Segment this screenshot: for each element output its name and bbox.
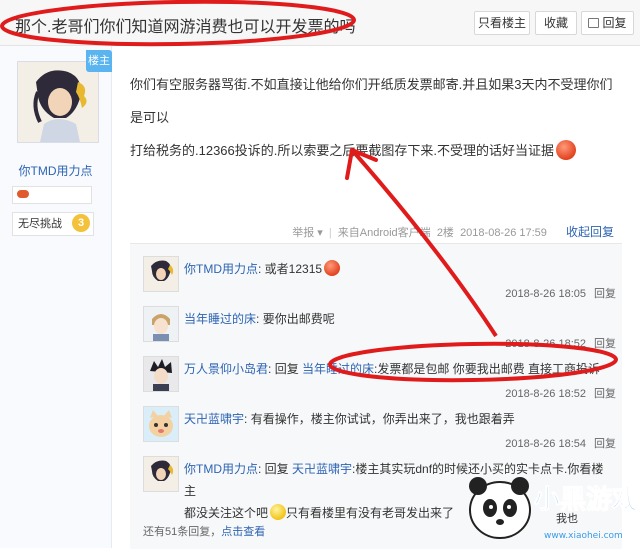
reply-text: 有看操作，楼主你试试，你弄出来了，我也跟着弄 [250,412,515,426]
reply-to-button[interactable]: 回复 [594,438,616,450]
reply-time: 2018-8-26 18:52 [505,338,586,350]
post-source[interactable]: 来自Android客户端 [338,227,431,239]
reply-avatar[interactable] [143,406,179,442]
reply-user[interactable]: 你TMD用力点 [184,462,258,476]
post-line-2: 打给税务的.12366投诉的.所以索要之后要截图存下来.不受理的话好当证据 [130,143,554,158]
emoji-icon [556,140,576,160]
honor-level: 3 [72,214,90,232]
favorite-button[interactable]: 收藏 [535,11,577,35]
reply-text: :发票都是包邮 你要我出邮费 直接工商投诉 [374,362,601,376]
watermark-partial-text: 我也 [556,512,578,525]
reply-user[interactable]: 万人景仰小岛君 [184,362,268,376]
reply-item: 天卍蓝啸宇: 有看操作，楼主你试试，你弄出来了，我也跟着弄 2018-8-26 … [130,402,622,452]
smile-emoji-icon [270,504,287,520]
reply-to-button[interactable]: 回复 [594,288,616,300]
reply-avatar[interactable] [143,306,179,342]
user-level-box[interactable] [12,186,92,204]
comment-icon [588,18,600,28]
reply-target-user[interactable]: 天卍蓝啸宇 [292,462,352,476]
author-name[interactable]: 你TMD用力点 [0,162,111,179]
reply-button[interactable]: 回复 [581,11,634,35]
watermark-logo: 小黑游戏 www.xiaohei.com 我也 [460,470,639,548]
reply-to-button[interactable]: 回复 [594,388,616,400]
reply-user[interactable]: 天卍蓝啸宇 [184,412,244,426]
author-sidebar: 楼主 你TMD用力点 无尽挑战 3 [0,46,112,548]
post-line-1: 你们有空服务器骂街.不如直接让他给你们开纸质发票邮寄.并且如果3天内不受理你们是… [130,77,613,125]
reply-text: 或者12315 [264,262,323,276]
panda-logo-icon: 小黑游戏 www.xiaohei.com 我也 [469,477,639,541]
reply-prefix: 回复 [274,362,303,376]
reply-item: 当年睡过的床: 要你出邮费呢 2018-8-26 18:52 回复 [130,302,622,352]
reply-target-user[interactable]: 当年睡过的床 [302,362,374,376]
post-time: 2018-08-26 17:59 [460,227,547,239]
post-floor: 2楼 [436,227,454,239]
reply-avatar[interactable] [143,356,179,392]
reply-avatar[interactable] [143,456,179,492]
honor-label: 无尽挑战 [18,218,62,230]
honor-badge[interactable]: 无尽挑战 3 [12,212,94,236]
reply-to-button[interactable]: 回复 [594,338,616,350]
post-content: 你们有空服务器骂街.不如直接让他给你们开纸质发票邮寄.并且如果3天内不受理你们是… [130,68,625,167]
watermark-brand: 小黑游戏 [534,485,638,515]
reply-item: 万人景仰小岛君: 回复 当年睡过的床:发票都是包邮 你要我出邮费 直接工商投诉 … [130,352,622,402]
thread-header: 那个.老哥们你们知道网游消费也可以开发票的吗 只看楼主 收藏 回复 [0,0,640,46]
emoji-icon [324,260,341,276]
show-more-link[interactable]: 点击查看 [221,526,265,538]
author-avatar[interactable] [17,61,99,143]
report-link[interactable]: 举报 [292,227,314,239]
reply-time: 2018-8-26 18:05 [505,288,586,300]
avatar-image [18,62,98,142]
only-louzhu-button[interactable]: 只看楼主 [474,11,530,35]
reply-prefix: 回复 [264,462,293,476]
watermark-url: www.xiaohei.com [544,531,623,541]
reply-item: 你TMD用力点: 或者12315 2018-8-26 18:05 回复 [130,252,622,302]
reply-text-3: 只有看楼里有没有老哥发出来了 [286,506,455,520]
reply-text: 要你出邮费呢 [262,312,335,326]
reply-text-2: 都没关注这个吧 [184,506,269,520]
thread-title: 那个.老哥们你们知道网游消费也可以开发票的吗 [15,19,356,36]
reply-avatar[interactable] [143,256,179,292]
gamepad-icon [17,190,29,198]
more-replies: 还有51条回复，点击查看 [143,523,265,539]
reply-button-label: 回复 [602,16,627,30]
reply-time: 2018-8-26 18:54 [505,438,586,450]
louzhu-badge: 楼主 [86,50,112,72]
collapse-replies-link[interactable]: 收起回复 [566,225,614,239]
post-meta: 举报 ▾ | 来自Android客户端 2楼 2018-08-26 17:59 … [292,225,614,239]
reply-user[interactable]: 你TMD用力点 [184,262,258,276]
reply-user[interactable]: 当年睡过的床 [184,312,256,326]
reply-time: 2018-8-26 18:52 [505,388,586,400]
more-replies-count: 还有51条回复， [143,526,222,538]
